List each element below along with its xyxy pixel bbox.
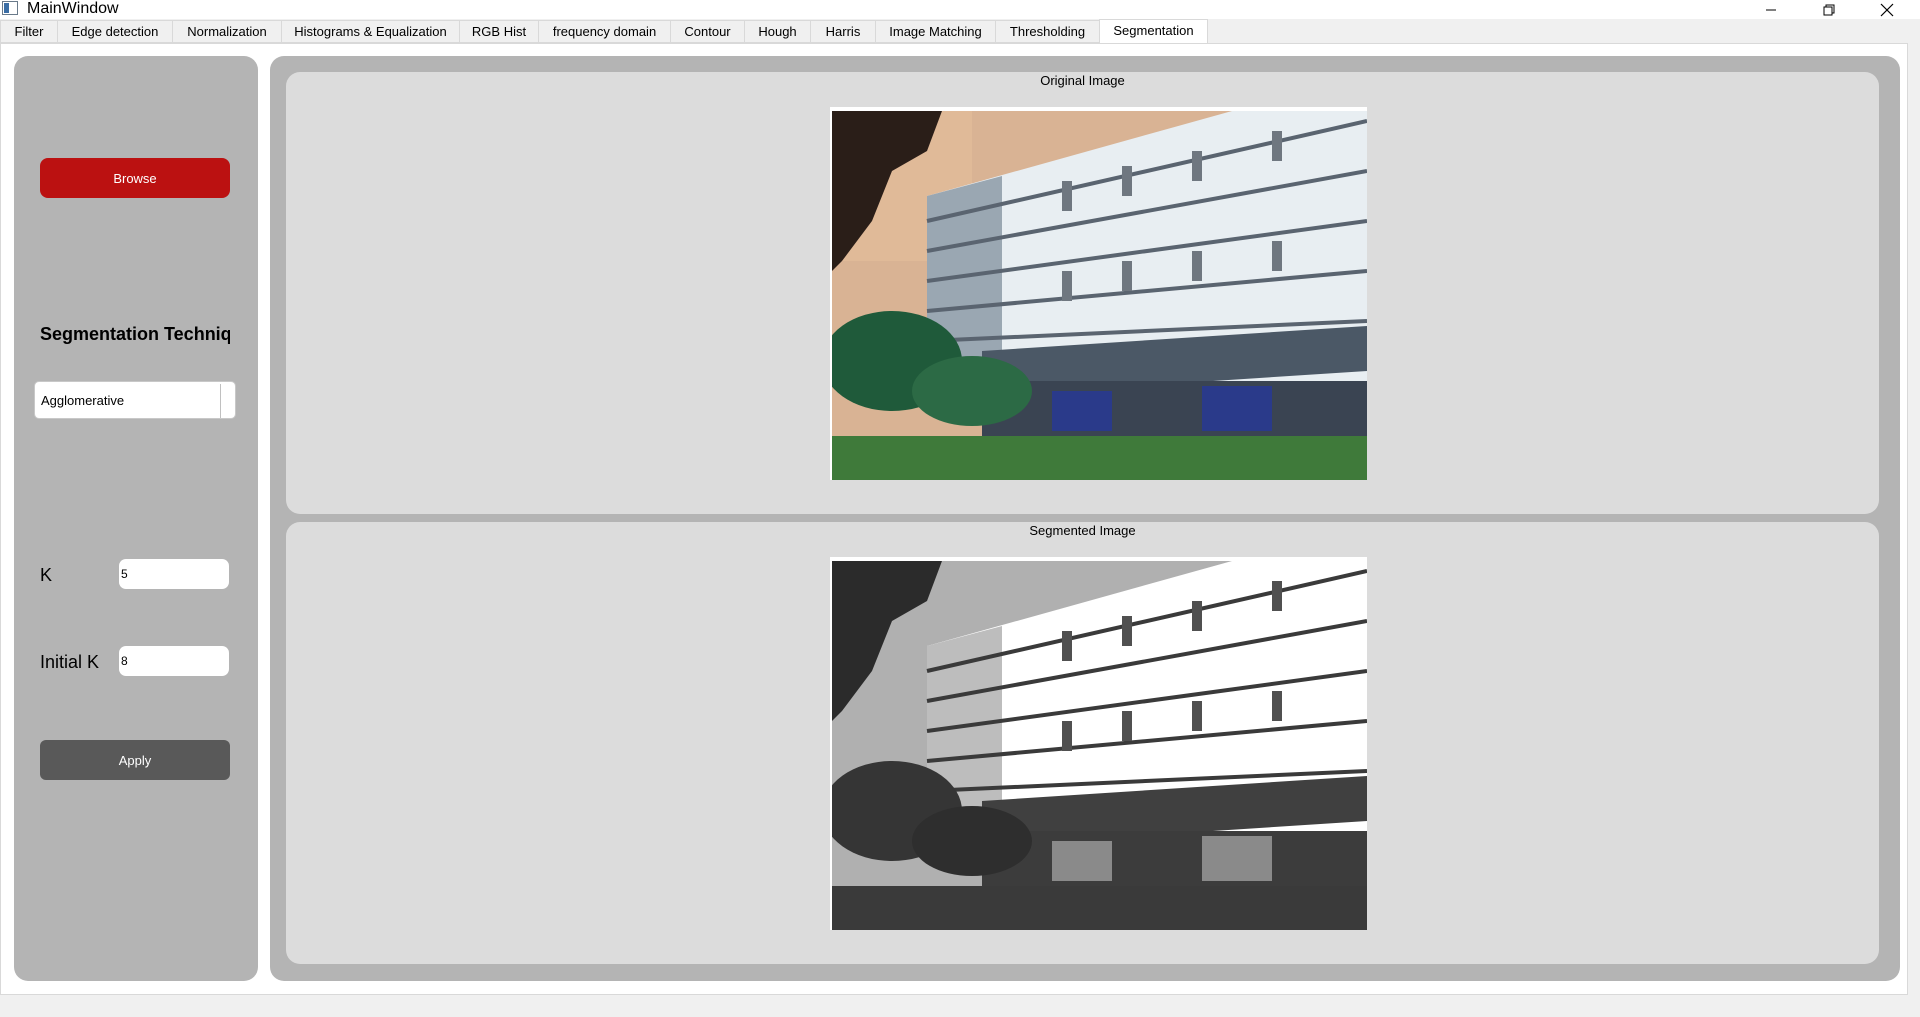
tab-contour[interactable]: Contour	[670, 20, 745, 43]
segmented-image-box: Segmented Image	[286, 522, 1879, 964]
title-bar: MainWindow	[0, 0, 1920, 19]
status-bar	[0, 996, 1920, 1017]
initial-k-input[interactable]: 8	[119, 646, 229, 676]
initial-k-label: Initial K	[40, 652, 100, 672]
images-panel: Original Image Segmented Image	[270, 56, 1900, 981]
tab-bar: Filter Edge detection Normalization Hist…	[0, 19, 1920, 44]
tab-image-matching[interactable]: Image Matching	[875, 20, 996, 43]
app-icon	[2, 1, 18, 15]
browse-button[interactable]: Browse	[40, 158, 230, 198]
original-image	[830, 107, 1367, 480]
tab-thresholding[interactable]: Thresholding	[995, 20, 1100, 43]
minimize-icon[interactable]	[1742, 0, 1800, 19]
segmented-image-label: Segmented Image	[1029, 523, 1136, 538]
tab-normalization[interactable]: Normalization	[172, 20, 282, 43]
technique-select-value: Agglomerative	[41, 393, 125, 408]
tab-filter[interactable]: Filter	[0, 20, 58, 43]
segmented-image	[830, 557, 1367, 930]
k-label: K	[40, 565, 53, 585]
window-title: MainWindow	[27, 0, 119, 17]
k-input[interactable]: 5	[119, 559, 229, 589]
apply-button[interactable]: Apply	[40, 740, 230, 780]
select-divider	[220, 384, 221, 418]
technique-select[interactable]: Agglomerative	[34, 381, 236, 419]
segmentation-technique-title: Segmentation Techniques	[40, 324, 230, 344]
tab-rgb-hist[interactable]: RGB Hist	[459, 20, 539, 43]
original-image-label: Original Image	[1040, 73, 1125, 88]
original-image-picture	[832, 111, 1367, 480]
close-icon[interactable]	[1858, 0, 1916, 19]
tab-segmentation[interactable]: Segmentation	[1099, 19, 1208, 43]
tab-harris[interactable]: Harris	[810, 20, 876, 43]
tab-frequency-domain[interactable]: frequency domain	[538, 20, 671, 43]
tab-edge-detection[interactable]: Edge detection	[57, 20, 173, 43]
segmented-image-picture	[832, 561, 1367, 930]
tab-histograms-equalization[interactable]: Histograms & Equalization	[281, 20, 460, 43]
original-image-box: Original Image	[286, 72, 1879, 514]
restore-icon[interactable]	[1800, 0, 1858, 19]
tab-hough[interactable]: Hough	[744, 20, 811, 43]
